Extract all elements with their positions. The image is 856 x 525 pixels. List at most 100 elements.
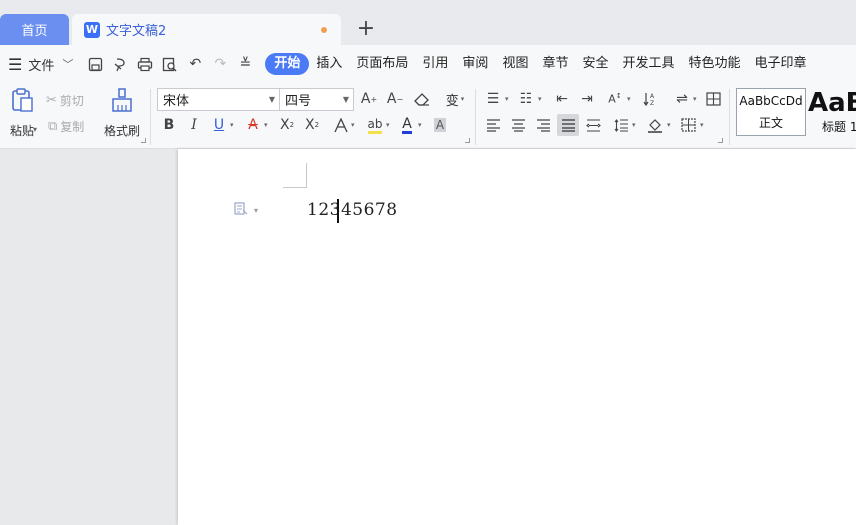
tab-e-seal[interactable]: 电子印章 — [748, 53, 814, 75]
numbered-list-icon[interactable]: ☷ — [515, 88, 537, 110]
print-preview-icon[interactable] — [162, 56, 178, 72]
font-name-select[interactable]: 宋体 ▼ — [157, 88, 280, 111]
font-size-select[interactable]: 四号 ▼ — [279, 88, 354, 111]
increase-indent-icon[interactable]: ⇥ — [576, 88, 598, 110]
italic-button[interactable]: I — [183, 114, 205, 136]
paintbrush-icon — [110, 87, 134, 116]
divider — [475, 89, 476, 145]
tab-developer[interactable]: 开发工具 — [615, 53, 681, 75]
redo-icon[interactable]: ↷ — [212, 56, 228, 72]
tab-special-features[interactable]: 特色功能 — [682, 53, 748, 75]
chevron-down-icon: ﹀ — [62, 58, 74, 71]
change-case-dropdown-icon[interactable]: ▾ — [627, 95, 631, 103]
ribbon-start: 粘贴 ▾ ✂ 剪切 ⧉ 复制 格式刷 宋体 ▼ 四号 ▼ A + A − 变 ▾ B … — [0, 83, 856, 149]
svg-text:A: A — [650, 93, 655, 100]
customize-toolbar-icon[interactable]: ≚ — [237, 56, 253, 72]
file-menu-button[interactable]: ☰ 文件 ﹀ — [8, 55, 73, 74]
distributed-align-icon[interactable] — [582, 114, 604, 136]
text-effect-icon[interactable] — [330, 114, 352, 136]
format-painter-button[interactable]: 格式刷 — [100, 87, 144, 139]
new-tab-button[interactable]: + — [356, 18, 376, 40]
tab-insert[interactable]: 插入 — [309, 53, 349, 75]
save-icon[interactable] — [87, 56, 103, 72]
text-effect-dropdown-icon[interactable]: ▾ — [351, 121, 355, 129]
chevron-down-icon: ▼ — [268, 95, 275, 104]
decrease-indent-icon[interactable]: ⇤ — [551, 88, 573, 110]
divider — [729, 89, 730, 145]
character-shading-icon[interactable]: A — [429, 114, 451, 136]
subscript-icon[interactable]: X2 — [301, 114, 323, 136]
writer-doc-icon: W — [84, 21, 100, 38]
format-painter-label: 格式刷 — [103, 124, 140, 138]
cut-label: 剪切 — [59, 93, 84, 108]
align-right-icon[interactable] — [532, 114, 554, 136]
paste-dropdown-icon[interactable]: ▾ — [33, 125, 37, 134]
paragraph-handle[interactable]: ▾ — [234, 202, 258, 219]
scissors-icon: ✂ — [46, 92, 57, 108]
superscript-icon[interactable]: X2 — [276, 114, 298, 136]
shading-fill-icon[interactable] — [644, 114, 666, 136]
line-spacing-break-icon[interactable]: ⇌ — [671, 88, 693, 110]
document-body-text[interactable]: 12345678 — [307, 200, 398, 220]
align-center-icon[interactable] — [507, 114, 529, 136]
bullet-list-icon[interactable]: ☰ — [482, 88, 504, 110]
tab-security[interactable]: 安全 — [575, 53, 615, 75]
tab-document[interactable]: W 文字文稿2 — [72, 14, 341, 45]
strikethrough-icon[interactable]: A — [242, 114, 264, 136]
tab-home[interactable]: 首页 — [0, 14, 69, 45]
tab-view[interactable]: 视图 — [495, 53, 535, 75]
change-case-icon[interactable]: A↕ — [604, 88, 626, 110]
clear-formatting-icon[interactable] — [411, 88, 433, 110]
align-left-icon[interactable] — [482, 114, 504, 136]
font-color-dropdown-icon[interactable]: ▾ — [418, 121, 422, 129]
bold-button[interactable]: B — [158, 114, 180, 136]
menu-bar: ☰ 文件 ﹀ ↶ ↷ ≚ 开始 插入 页面布局 引用 审阅 视图 章节 安全 开… — [0, 45, 856, 83]
ribbon-tabs: 开始 插入 页面布局 引用 审阅 视图 章节 安全 开发工具 特色功能 电子印章 — [265, 53, 813, 75]
font-color-icon[interactable]: A — [396, 114, 418, 136]
text-cursor — [337, 199, 339, 223]
style-normal[interactable]: AaBbCcDd 正文 — [736, 88, 806, 136]
increase-font-size-icon[interactable]: A + — [358, 88, 380, 110]
style-heading-1-sample: AaB — [808, 88, 856, 118]
bullet-list-dropdown-icon[interactable]: ▾ — [505, 95, 509, 103]
highlight-color-icon[interactable]: ab — [364, 114, 386, 136]
cut-button[interactable]: ✂ 剪切 — [46, 91, 84, 109]
paragraph-group-launcher-icon[interactable] — [718, 138, 723, 143]
clipboard-group-launcher-icon[interactable] — [141, 138, 146, 143]
paragraph-layout-icon — [234, 202, 248, 219]
document-page[interactable] — [178, 149, 856, 525]
strikethrough-dropdown-icon[interactable]: ▾ — [264, 121, 268, 129]
undo-icon[interactable]: ↶ — [187, 56, 203, 72]
numbered-list-dropdown-icon[interactable]: ▾ — [538, 95, 542, 103]
line-spacing-break-dropdown-icon[interactable]: ▾ — [693, 95, 697, 103]
chevron-down-icon: ▼ — [342, 95, 349, 104]
export-pdf-icon[interactable] — [112, 56, 128, 72]
unsaved-indicator-icon — [321, 27, 327, 33]
print-icon[interactable] — [137, 56, 153, 72]
sort-icon[interactable]: AZ — [640, 88, 662, 110]
clipboard-icon — [10, 87, 34, 116]
tab-start[interactable]: 开始 — [265, 53, 310, 75]
copy-button[interactable]: ⧉ 复制 — [48, 117, 84, 135]
line-spacing-icon[interactable] — [610, 114, 632, 136]
borders-icon[interactable] — [677, 114, 699, 136]
highlight-dropdown-icon[interactable]: ▾ — [386, 121, 390, 129]
tab-document-label: 文字文稿2 — [106, 24, 167, 39]
borders-dropdown-icon[interactable]: ▾ — [700, 121, 704, 129]
decrease-font-size-icon[interactable]: A − — [384, 88, 406, 110]
tab-page-layout[interactable]: 页面布局 — [349, 53, 415, 75]
justify-icon[interactable] — [557, 114, 579, 136]
style-heading-1[interactable]: AaB 标题 1 — [808, 88, 856, 136]
underline-dropdown-icon[interactable]: ▾ — [230, 121, 234, 129]
underline-button[interactable]: U — [208, 114, 230, 136]
tab-sections[interactable]: 章节 — [535, 53, 575, 75]
table-insert-icon[interactable] — [702, 88, 724, 110]
font-group-launcher-icon[interactable] — [465, 138, 470, 143]
line-spacing-dropdown-icon[interactable]: ▾ — [632, 121, 636, 129]
margin-corner-mark — [306, 163, 307, 187]
tab-review[interactable]: 审阅 — [455, 53, 495, 75]
copy-icon: ⧉ — [48, 118, 58, 134]
tab-references[interactable]: 引用 — [415, 53, 455, 75]
shading-dropdown-icon[interactable]: ▾ — [667, 121, 671, 129]
phonetic-guide-icon[interactable]: 变 ▾ — [441, 88, 469, 110]
